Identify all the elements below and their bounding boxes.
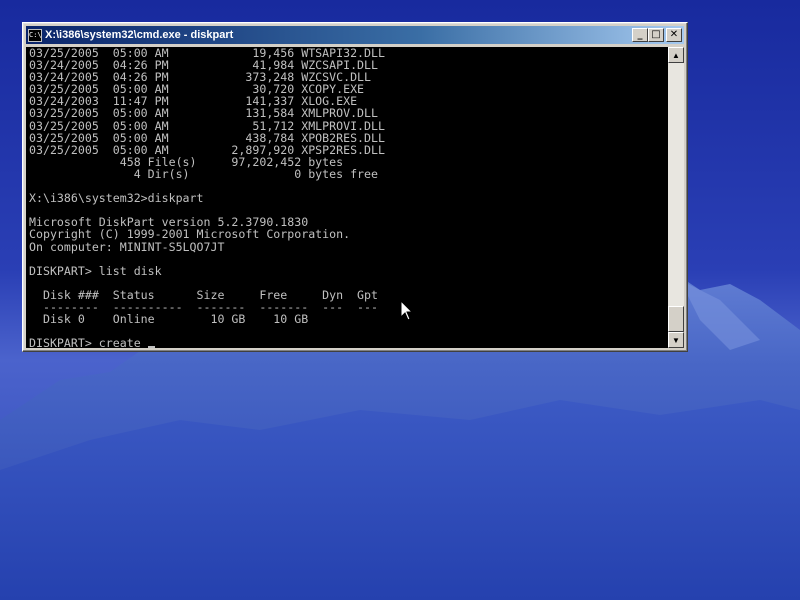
console-output[interactable]: 03/25/2005 05:00 AM 19,456 WTSAPI32.DLL 0…	[26, 47, 668, 348]
close-button[interactable]: ✕	[666, 28, 682, 42]
console-line: 03/25/2005 05:00 AM 51,712 XMLPROVI.DLL	[29, 118, 385, 133]
console-line: DISKPART> create	[29, 337, 668, 348]
console-line: 4 Dir(s) 0 bytes free	[29, 166, 379, 181]
console-line: 03/25/2005 05:00 AM 438,784 XPOB2RES.DLL	[29, 130, 385, 145]
minimize-button[interactable]: _	[632, 28, 648, 42]
close-icon: ✕	[669, 29, 679, 40]
scroll-thumb[interactable]	[668, 306, 684, 332]
arrow-up-icon: ▲	[672, 50, 680, 60]
title-bar[interactable]: C:\ X:\i386\system32\cmd.exe - diskpart …	[26, 26, 684, 44]
console-line: Copyright (C) 1999-2001 Microsoft Corpor…	[29, 227, 351, 242]
window-title: X:\i386\system32\cmd.exe - diskpart	[45, 29, 234, 41]
mouse-pointer-icon	[400, 300, 414, 321]
maximize-icon: □	[651, 29, 661, 40]
vertical-scrollbar[interactable]: ▲ ▼	[668, 47, 684, 348]
arrow-down-icon: ▼	[672, 335, 680, 345]
minimize-icon: _	[637, 29, 643, 40]
text-cursor	[147, 346, 155, 348]
scroll-down-button[interactable]: ▼	[668, 332, 684, 348]
cmd-window[interactable]: C:\ X:\i386\system32\cmd.exe - diskpart …	[22, 22, 688, 352]
console-line: On computer: MININT-S5LQO7JT	[29, 239, 225, 254]
cmd-icon[interactable]: C:\	[28, 28, 42, 42]
console-line: 03/25/2005 05:00 AM 131,584 XMLPROV.DLL	[29, 106, 379, 121]
maximize-button[interactable]: □	[648, 28, 664, 42]
scroll-up-button[interactable]: ▲	[668, 47, 684, 63]
console-line: X:\i386\system32>diskpart	[29, 191, 204, 206]
console-line: DISKPART> list disk	[29, 263, 162, 278]
console-line: Disk 0 Online 10 GB 10 GB	[29, 312, 309, 327]
window-controls: _ □ ✕	[632, 28, 682, 42]
console-area: 03/25/2005 05:00 AM 19,456 WTSAPI32.DLL 0…	[26, 47, 684, 348]
